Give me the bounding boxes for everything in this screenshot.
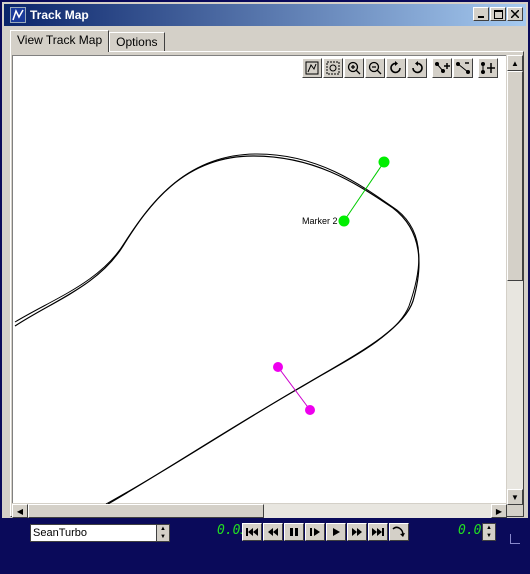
- app-icon: [10, 7, 26, 23]
- minimize-button[interactable]: [473, 7, 489, 21]
- tab-bar: View Track Map Options: [10, 30, 165, 52]
- loop-icon[interactable]: [389, 523, 409, 541]
- link-marker-icon[interactable]: [453, 58, 473, 78]
- resize-grip[interactable]: [510, 534, 520, 544]
- marker-2-handle-bottom[interactable]: [338, 215, 350, 227]
- tab-view-track-map[interactable]: View Track Map: [10, 30, 110, 52]
- transport-controls: [242, 523, 409, 541]
- track-map-drawing: Marker 2: [14, 153, 420, 505]
- map-toolbar: [302, 58, 498, 78]
- close-button[interactable]: [507, 7, 523, 21]
- maximize-button[interactable]: [490, 7, 506, 21]
- horizontal-scroll-thumb[interactable]: [28, 504, 264, 518]
- chart-icon[interactable]: [302, 58, 322, 78]
- scroll-down-button[interactable]: ▼: [507, 489, 523, 505]
- zoom-in-icon[interactable]: [344, 58, 364, 78]
- add-marker-icon[interactable]: [432, 58, 452, 78]
- driver-spinner[interactable]: ▲ ▼: [156, 524, 170, 542]
- marker-1-line: [277, 366, 311, 411]
- go-end-icon[interactable]: [368, 523, 388, 541]
- play-icon[interactable]: [326, 523, 346, 541]
- track-line: [14, 155, 420, 505]
- vertical-scroll-thumb[interactable]: [507, 71, 523, 281]
- rotate-cw-icon[interactable]: [386, 58, 406, 78]
- vertical-scrollbar[interactable]: ▲ ▼: [507, 55, 523, 505]
- go-start-icon[interactable]: [242, 523, 262, 541]
- driver-select[interactable]: SeanTurbo: [30, 524, 170, 542]
- fast-forward-icon[interactable]: [347, 523, 367, 541]
- title-bar[interactable]: Track Map: [4, 4, 526, 26]
- marker-2-line: [343, 161, 385, 222]
- time-spinner[interactable]: ▲ ▼: [482, 523, 496, 541]
- marker-1-handle-top[interactable]: [273, 362, 283, 372]
- rewind-icon[interactable]: [263, 523, 283, 541]
- horizontal-scrollbar[interactable]: ◀ ▶: [12, 504, 507, 518]
- window-title: Track Map: [30, 8, 89, 22]
- pause-icon[interactable]: [284, 523, 304, 541]
- step-forward-icon[interactable]: [305, 523, 325, 541]
- scroll-left-button[interactable]: ◀: [12, 504, 28, 518]
- track-map-canvas[interactable]: Marker 2: [12, 55, 506, 505]
- marker-1-handle-bottom[interactable]: [305, 405, 315, 415]
- tab-options[interactable]: Options: [109, 32, 165, 52]
- move-marker-icon[interactable]: [478, 58, 498, 78]
- scroll-right-button[interactable]: ▶: [491, 504, 507, 518]
- rotate-ccw-icon[interactable]: [407, 58, 427, 78]
- marker-2-label: Marker 2: [302, 216, 338, 226]
- track-line: [14, 153, 420, 505]
- scroll-up-button[interactable]: ▲: [507, 55, 523, 71]
- marker-2-handle-top[interactable]: [378, 156, 390, 168]
- time-end: 0.0: [458, 523, 482, 538]
- zoom-window-icon[interactable]: [323, 58, 343, 78]
- zoom-out-icon[interactable]: [365, 58, 385, 78]
